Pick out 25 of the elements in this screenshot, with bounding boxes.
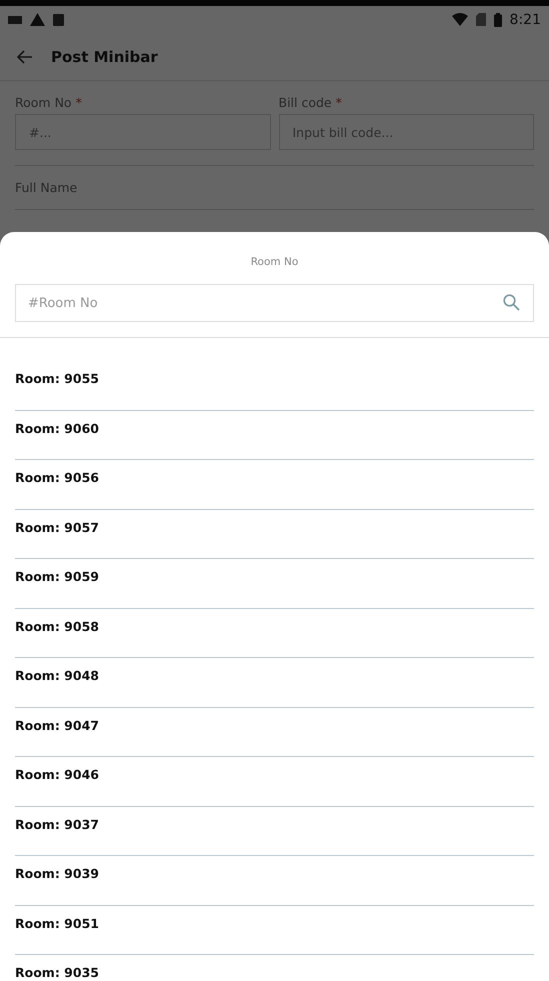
room-item[interactable]: Room: 9046 bbox=[15, 767, 99, 782]
room-item[interactable]: Room: 9060 bbox=[15, 420, 99, 436]
search-icon[interactable] bbox=[503, 294, 520, 311]
room-item[interactable]: Room: 9058 bbox=[15, 618, 99, 634]
room-item[interactable]: Room: 9047 bbox=[15, 718, 99, 732]
room-item[interactable]: Room: 9037 bbox=[15, 816, 99, 832]
sheet-title: Room No bbox=[250, 255, 300, 270]
search-field[interactable]: #Room No bbox=[15, 284, 534, 322]
status-time: 8:21 bbox=[510, 12, 541, 28]
room-item[interactable]: Room: 9039 bbox=[15, 866, 99, 881]
field-label: Room No * bbox=[15, 95, 83, 110]
room-item[interactable]: Room: 9048 bbox=[15, 668, 99, 683]
wifi-icon bbox=[452, 13, 468, 26]
field-label: Full Name bbox=[15, 166, 534, 210]
warning-icon bbox=[30, 13, 45, 26]
room-item[interactable]: Room: 9057 bbox=[15, 520, 99, 534]
room-item[interactable]: Room: 9051 bbox=[15, 916, 99, 930]
field-label: Bill code * bbox=[278, 95, 343, 110]
back-arrow-icon[interactable] bbox=[16, 50, 33, 64]
room-item[interactable]: Room: 9055 bbox=[15, 371, 99, 386]
room-item[interactable]: Room: 9059 bbox=[15, 569, 99, 584]
room-item[interactable]: Room: 9056 bbox=[15, 470, 99, 485]
screen-title: Post Minibar bbox=[51, 48, 158, 66]
battery-icon bbox=[494, 12, 502, 26]
room-item[interactable]: Room: 9035 bbox=[15, 965, 99, 980]
